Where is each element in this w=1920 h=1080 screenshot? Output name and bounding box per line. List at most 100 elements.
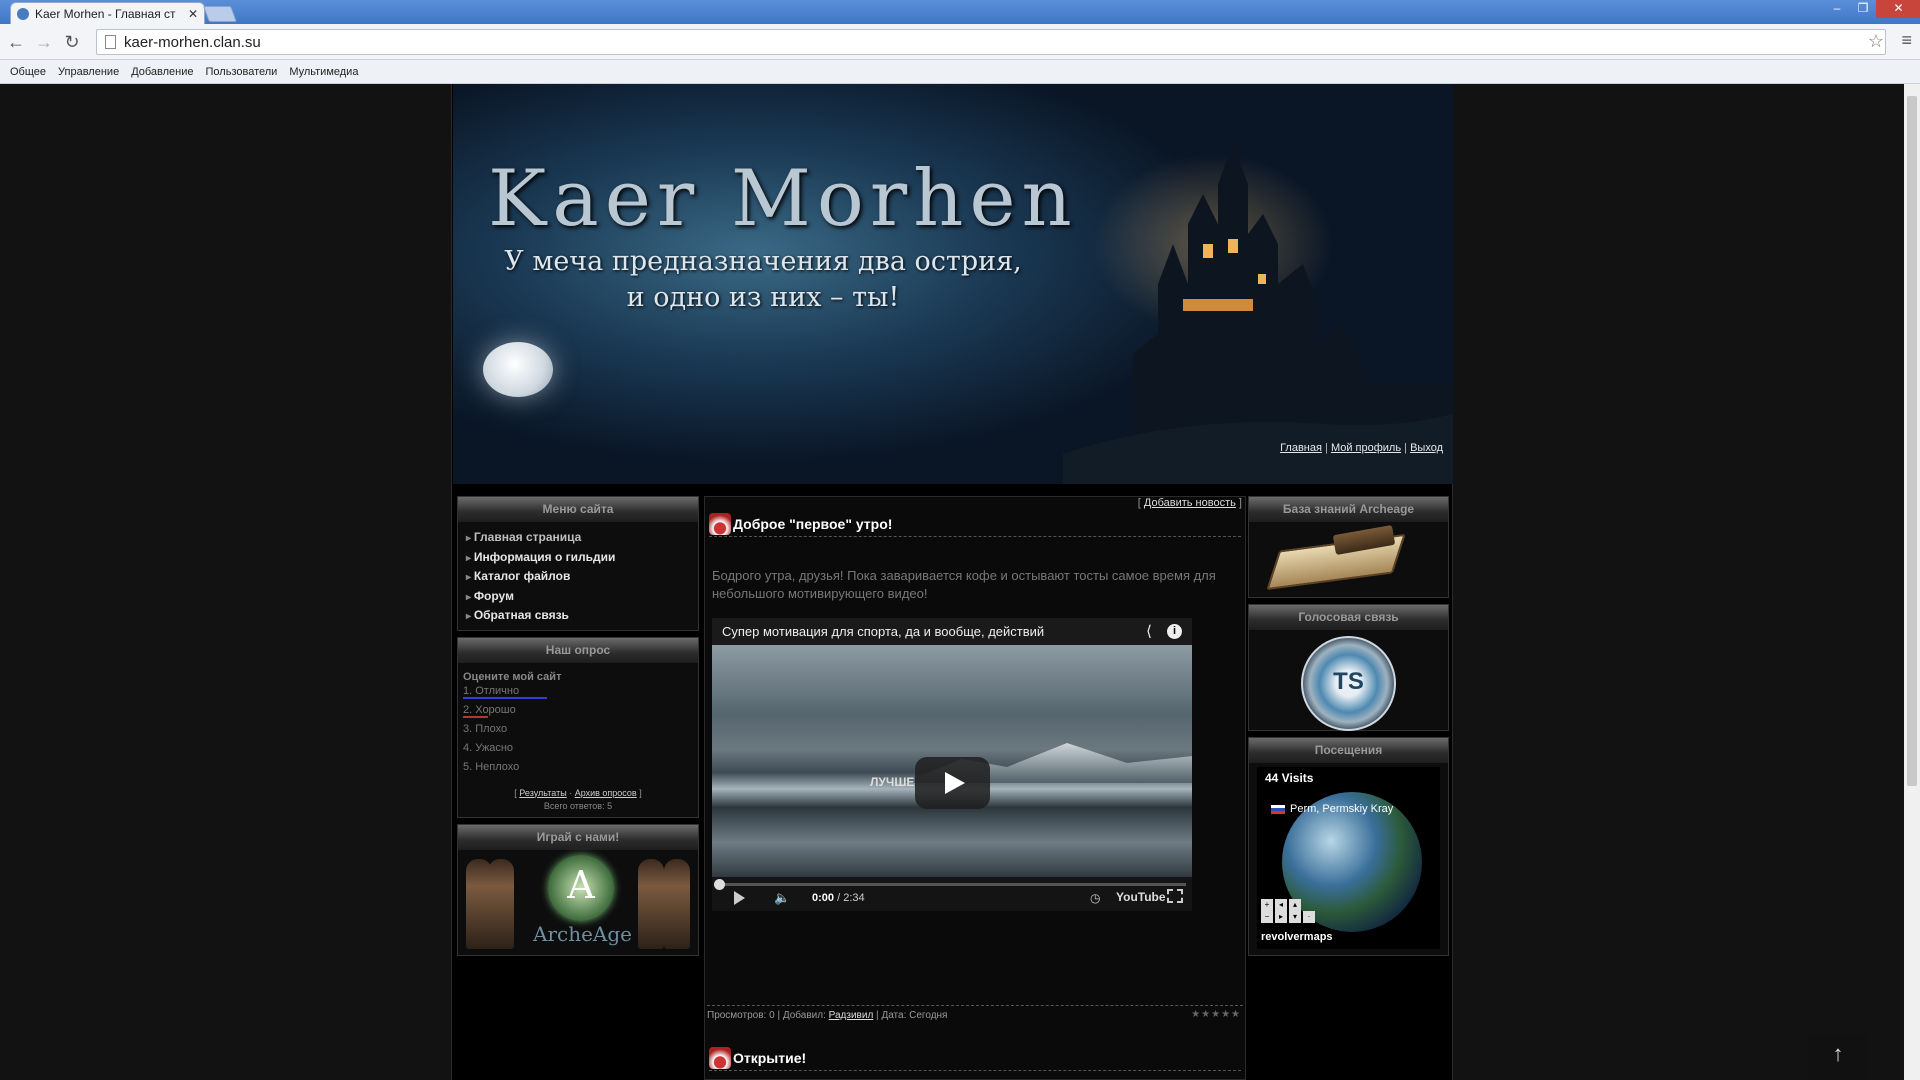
site-tagline: У меча предназначения два острия, и одно… — [503, 244, 1023, 316]
poll: Оцените мой сайт 1. Отлично 2. Хорошо 3.… — [458, 663, 698, 817]
url-text: kaer-morhen.clan.su — [124, 33, 261, 51]
character-figure — [488, 858, 514, 949]
admin-bar-general[interactable]: Общее — [10, 66, 46, 78]
zoom-out-icon[interactable]: − — [1261, 911, 1273, 923]
poll-option: 3. Плохо — [463, 722, 508, 735]
reload-icon[interactable]: ↻ — [62, 32, 82, 52]
admin-bar: Общее Управление Добавление Пользователи… — [0, 60, 1920, 84]
window-controls: – ❐ ✕ — [1824, 0, 1920, 18]
page-icon — [105, 35, 116, 49]
page-viewport: Kaer Morhen У меча предназначения два ос… — [0, 84, 1904, 1080]
archeage-banner[interactable]: A ArcheAge — [458, 850, 698, 955]
main-content: [ Добавить новость ] Доброе "первое" утр… — [704, 496, 1246, 1080]
window-titlebar: Kaer Morhen - Главная ст ✕ – ❐ ✕ — [0, 0, 1920, 24]
page-scrollbar[interactable] — [1904, 84, 1920, 1080]
add-news: [ Добавить новость ] — [1137, 497, 1242, 509]
admin-bar-add[interactable]: Добавление — [131, 66, 193, 78]
site-menu-title: Меню сайта — [458, 497, 698, 522]
post-title-text[interactable]: Открытие! — [733, 1050, 806, 1066]
poll-option: 1. Отлично — [463, 685, 693, 704]
browser-menu-icon[interactable]: ≡ — [1901, 30, 1912, 51]
site-menu: Главная страница Информация о гильдии Ка… — [458, 522, 698, 630]
scroll-to-top-icon[interactable]: ↑ — [1808, 1034, 1868, 1080]
voice-chat-block: Голосовая связь TS — [1248, 604, 1449, 731]
back-arrow-icon[interactable]: ← — [6, 32, 26, 52]
video-title-bar: Супер мотивация для спорта, да и вообще,… — [712, 618, 1192, 645]
play-button[interactable] — [915, 757, 990, 809]
menu-item-feedback[interactable]: Обратная связь — [466, 606, 698, 626]
revolvermaps-brand[interactable]: revolvermaps — [1261, 931, 1333, 943]
right-sidebar: База знаний Archeage Голосовая связь TS … — [1248, 496, 1449, 962]
poll-option: 4. Ужасно — [463, 741, 514, 754]
tagline-line-2: и одно из них – ты! — [626, 282, 900, 313]
poll-title: Наш опрос — [458, 637, 698, 663]
header-link-home[interactable]: Главная — [1280, 442, 1322, 454]
rotate-down-icon[interactable]: ▾ — [1289, 911, 1301, 923]
guild-emblem-icon — [709, 512, 731, 535]
left-sidebar: Меню сайта Главная страница Информация о… — [457, 496, 699, 962]
new-tab-button[interactable] — [203, 6, 237, 22]
header-links: Главная | Мой профиль | Выход — [1280, 442, 1443, 454]
book-image[interactable] — [1249, 522, 1448, 597]
poll-archive-link[interactable]: Архив опросов — [575, 788, 637, 798]
menu-item-forum[interactable]: Форум — [466, 587, 698, 607]
menu-item-home[interactable]: Главная страница — [466, 528, 698, 548]
globe-controls: + ◂ ▴ − ▸ ▾ · — [1261, 899, 1321, 923]
site-header-banner: Kaer Morhen У меча предназначения два ос… — [453, 84, 1453, 484]
rotate-left-icon[interactable]: ◂ — [1275, 899, 1287, 911]
youtube-logo[interactable]: YouTube — [1116, 890, 1166, 904]
knowledge-base-title: База знаний Archeage — [1249, 497, 1448, 522]
header-link-profile[interactable]: Мой профиль — [1331, 442, 1401, 454]
reset-icon[interactable]: · — [1303, 911, 1315, 923]
play-icon[interactable] — [734, 891, 745, 905]
poll-links: [ Результаты · Архив опросов ] — [514, 787, 642, 798]
video-progress[interactable] — [714, 879, 1186, 890]
revolvermaps-widget[interactable]: 44 Visits Perm, Permskiy Kray + ◂ ▴ − ▸ ▾ · r… — [1257, 767, 1440, 949]
bookmark-star-icon[interactable]: ☆ — [1868, 31, 1884, 52]
visitor-location: Perm, Permskiy Kray — [1271, 803, 1393, 815]
info-icon[interactable]: i — [1167, 624, 1182, 639]
menu-item-guild-info[interactable]: Информация о гильдии — [466, 548, 698, 568]
zoom-in-icon[interactable]: + — [1261, 899, 1273, 911]
browser-tab[interactable]: Kaer Morhen - Главная ст ✕ — [10, 2, 205, 24]
admin-bar-manage[interactable]: Управление — [58, 66, 119, 78]
menu-item-files[interactable]: Каталог файлов — [466, 567, 698, 587]
post-title-text[interactable]: Доброе "первое" утро! — [733, 516, 892, 532]
post-body: Бодрого утра, друзья! Пока заваривается … — [712, 568, 1216, 601]
post-title: Открытие! — [709, 1045, 1241, 1071]
poll-total: Всего ответов: 5 — [543, 800, 613, 811]
post-author-link[interactable]: Радзивил — [829, 1010, 874, 1021]
rotate-right-icon[interactable]: ▸ — [1275, 911, 1287, 923]
address-bar[interactable]: kaer-morhen.clan.su — [96, 29, 1886, 55]
watch-later-icon[interactable]: ◷ — [1090, 891, 1100, 905]
header-link-logout[interactable]: Выход — [1410, 442, 1443, 454]
video-title[interactable]: Супер мотивация для спорта, да и вообще,… — [722, 624, 1044, 639]
video-time: 0:00 / 2:34 — [812, 892, 865, 904]
rotate-up-icon[interactable]: ▴ — [1289, 899, 1301, 911]
share-icon[interactable]: ⟨ — [1146, 618, 1152, 645]
restore-icon[interactable]: ❐ — [1850, 0, 1876, 18]
teamspeak-banner[interactable]: TS — [1249, 630, 1448, 731]
fullscreen-icon[interactable] — [1167, 889, 1183, 903]
admin-bar-users[interactable]: Пользователи — [206, 66, 278, 78]
youtube-player[interactable]: Супер мотивация для спорта, да и вообще,… — [712, 618, 1192, 911]
admin-bar-media[interactable]: Мультимедиа — [289, 66, 358, 78]
site-menu-block: Меню сайта Главная страница Информация о… — [457, 496, 699, 631]
progress-handle[interactable] — [714, 879, 725, 890]
poll-results-link[interactable]: Результаты — [519, 788, 566, 798]
visits-title: Посещения — [1249, 738, 1448, 763]
rating-stars-icon[interactable]: ★★★★★ — [1191, 1006, 1241, 1024]
add-news-link[interactable]: Добавить новость — [1144, 497, 1236, 509]
volume-icon[interactable]: 🔈 — [774, 890, 790, 906]
poll-question: Оцените мой сайт — [463, 670, 562, 683]
moon-image — [483, 342, 553, 397]
scrollbar-thumb[interactable] — [1907, 96, 1917, 786]
close-tab-icon[interactable]: ✕ — [188, 7, 198, 21]
video-frame[interactable]: ЛУЧШЕ — [712, 645, 1192, 877]
archeage-text: ArcheAge — [533, 921, 633, 946]
forward-arrow-icon[interactable]: → — [34, 32, 54, 52]
minimize-icon[interactable]: – — [1824, 0, 1850, 18]
poll-option: 5. Неплохо — [463, 760, 520, 773]
poll-bar-1 — [463, 696, 547, 699]
close-window-icon[interactable]: ✕ — [1876, 0, 1920, 18]
